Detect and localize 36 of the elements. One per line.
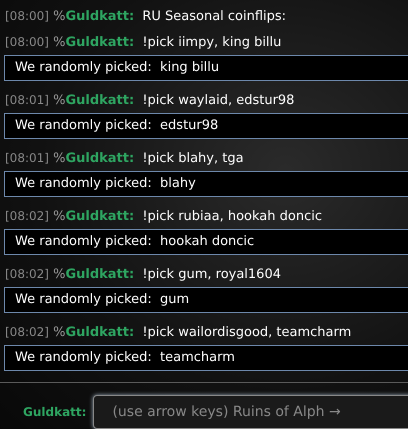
- username[interactable]: Guldkatt:: [65, 267, 134, 282]
- chat-message: !pick iimpy, king billu: [142, 35, 282, 50]
- user-rank: %: [53, 93, 66, 108]
- username[interactable]: Guldkatt:: [65, 93, 134, 108]
- result-message: We randomly picked: gum: [15, 292, 190, 307]
- result-message: We randomly picked: king billu: [15, 60, 220, 75]
- result-message: We randomly picked: edstur98: [15, 118, 218, 133]
- timestamp: [08:02]: [5, 209, 49, 223]
- user-rank: %: [53, 9, 66, 24]
- timestamp: [08:02]: [5, 267, 49, 281]
- timestamp: [08:02]: [5, 325, 49, 339]
- user-rank: %: [53, 325, 66, 340]
- chat-message: !pick blahy, tga: [142, 151, 244, 166]
- result-message: We randomly picked: hookah doncic: [15, 234, 254, 249]
- chat-input-field[interactable]: (use arrow keys) Ruins of Alph →: [93, 395, 408, 429]
- username[interactable]: Guldkatt:: [65, 209, 134, 224]
- timestamp: [08:00]: [5, 35, 49, 49]
- user-rank: %: [53, 151, 66, 166]
- timestamp: [08:01]: [5, 151, 49, 165]
- user-rank: %: [53, 209, 66, 224]
- timestamp: [08:01]: [5, 93, 49, 107]
- chat-message: !pick waylaid, edstur98: [142, 93, 294, 108]
- chat-message: !pick gum, royal1604: [142, 267, 281, 282]
- result-message: We randomly picked: teamcharm: [15, 350, 235, 365]
- chat-message: !pick rubiaa, hookah doncic: [142, 209, 322, 224]
- timestamp: [08:00]: [5, 9, 49, 23]
- chat-message: !pick wailordisgood, teamcharm: [142, 325, 352, 340]
- username[interactable]: Guldkatt:: [65, 9, 134, 24]
- user-rank: %: [53, 267, 66, 282]
- chat-message: RU Seasonal coinflips:: [142, 9, 286, 24]
- user-rank: %: [53, 35, 66, 50]
- username: Guldkatt:: [23, 405, 86, 419]
- username[interactable]: Guldkatt:: [65, 35, 134, 50]
- username[interactable]: Guldkatt:: [65, 325, 134, 340]
- result-message: We randomly picked: blahy: [15, 176, 196, 191]
- username[interactable]: Guldkatt:: [65, 151, 134, 166]
